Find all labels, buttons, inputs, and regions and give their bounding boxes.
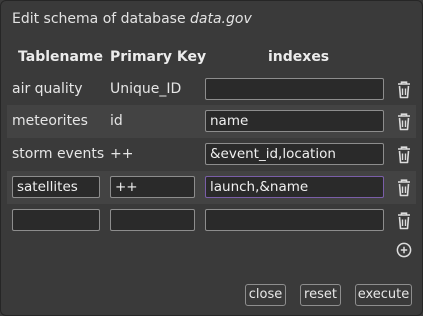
row-tablename: air quality bbox=[12, 81, 83, 97]
trash-icon[interactable] bbox=[395, 80, 413, 100]
schema-row-satellites bbox=[7, 171, 416, 204]
row-tablename: meteorites bbox=[12, 113, 88, 129]
indexes-field[interactable] bbox=[205, 209, 384, 231]
schema-row-new bbox=[7, 204, 416, 237]
edit-schema-dialog: Edit schema of database data.gov Tablena… bbox=[0, 0, 423, 316]
column-header-indexes: indexes bbox=[268, 49, 330, 65]
row-primary-key: ++ bbox=[110, 146, 134, 162]
indexes-field[interactable] bbox=[205, 176, 384, 198]
column-header-primary-key: Primary Key bbox=[110, 49, 207, 65]
execute-button[interactable]: execute bbox=[355, 284, 412, 306]
schema-row-storm-events: storm events ++ bbox=[7, 138, 416, 171]
trash-icon[interactable] bbox=[395, 211, 413, 231]
row-primary-key: Unique_ID bbox=[110, 81, 182, 97]
trash-icon[interactable] bbox=[395, 145, 413, 165]
plus-circle-icon[interactable] bbox=[396, 242, 412, 258]
close-button[interactable]: close bbox=[245, 284, 286, 306]
primary-key-field[interactable] bbox=[110, 209, 195, 231]
dialog-title-prefix: Edit schema of database bbox=[12, 11, 191, 27]
schema-row-air-quality: air quality Unique_ID bbox=[7, 73, 416, 106]
trash-icon[interactable] bbox=[395, 112, 413, 132]
schema-row-meteorites: meteorites id bbox=[7, 105, 416, 138]
trash-icon[interactable] bbox=[395, 178, 413, 198]
indexes-field[interactable] bbox=[205, 143, 384, 165]
row-primary-key: id bbox=[110, 113, 123, 129]
dialog-title: Edit schema of database data.gov bbox=[12, 11, 252, 27]
tablename-field[interactable] bbox=[12, 209, 100, 231]
tablename-field[interactable] bbox=[12, 176, 100, 198]
indexes-field[interactable] bbox=[205, 78, 384, 100]
indexes-field[interactable] bbox=[205, 110, 384, 132]
database-name: data.gov bbox=[190, 11, 252, 27]
primary-key-field[interactable] bbox=[110, 176, 195, 198]
reset-button[interactable]: reset bbox=[300, 284, 341, 306]
row-tablename: storm events bbox=[12, 146, 105, 162]
column-header-tablename: Tablename bbox=[18, 49, 104, 65]
